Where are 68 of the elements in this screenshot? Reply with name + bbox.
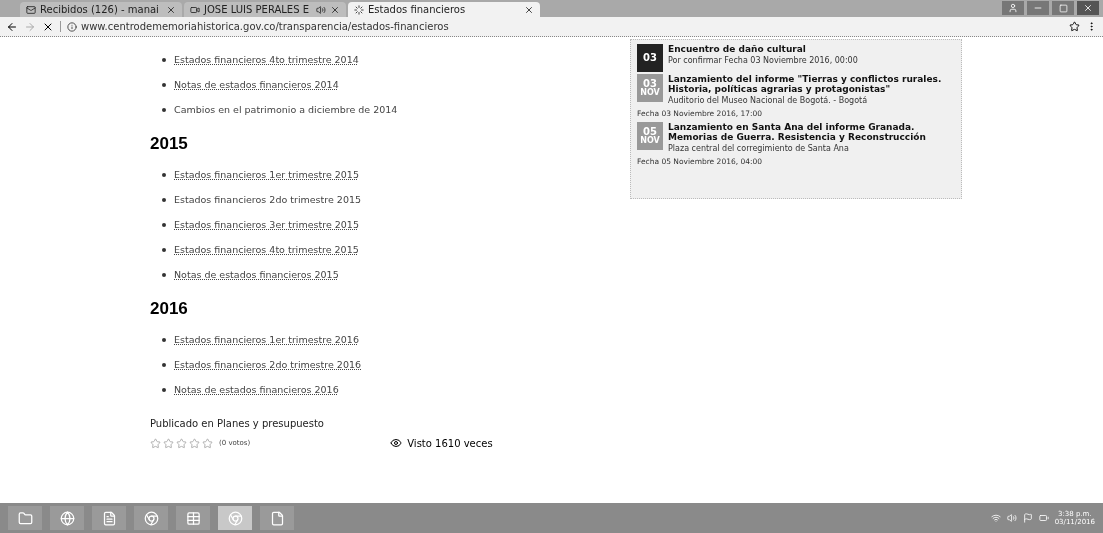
- taskbar-app-button[interactable]: [176, 506, 210, 530]
- url-field[interactable]: www.centrodememoriahistorica.gov.co/transparencia/estados-financieros: [81, 21, 449, 32]
- back-icon[interactable]: [6, 20, 18, 33]
- forward-icon[interactable]: [24, 20, 36, 33]
- document-icon: [101, 510, 117, 526]
- browser-tab[interactable]: JOSE LUIS PERALES E: [184, 2, 346, 17]
- loading-icon: [354, 4, 364, 15]
- document-link[interactable]: Notas de estados financieros 2014: [174, 79, 339, 90]
- folder-icon: [17, 510, 33, 526]
- info-icon[interactable]: [67, 21, 77, 32]
- event-title[interactable]: Encuentro de daño cultural: [668, 44, 858, 54]
- user-button[interactable]: [1002, 1, 1024, 15]
- star-icon[interactable]: [189, 437, 200, 449]
- year-heading: 2016: [150, 299, 189, 319]
- document-item: Estados financieros 2do trimestre 2015: [174, 194, 362, 205]
- mail-icon: [26, 4, 36, 15]
- minimize-button[interactable]: [1027, 1, 1049, 15]
- battery-icon[interactable]: [1038, 513, 1049, 523]
- maximize-icon: [1058, 3, 1068, 13]
- file-icon: [269, 510, 285, 526]
- document-link[interactable]: Estados financieros 1er trimestre 2016: [174, 334, 359, 345]
- star-icon[interactable]: [163, 437, 174, 449]
- chrome-icon: [143, 510, 159, 526]
- browser-tab[interactable]: Estados financieros: [348, 2, 540, 17]
- document-link[interactable]: Notas de estados financieros 2015: [174, 269, 339, 280]
- document-link[interactable]: Estados financieros 4to trimestre 2015: [174, 244, 359, 255]
- views-count: Visto 1610 veces: [407, 437, 493, 449]
- close-icon: [1083, 3, 1093, 13]
- star-icon[interactable]: [176, 437, 187, 449]
- star-icon[interactable]: [202, 437, 213, 449]
- event-title[interactable]: Lanzamiento del informe "Tierras y conflictos rurales. Historia, políticas agrarias y protagonistas": [668, 74, 955, 94]
- chrome-icon: [227, 510, 243, 526]
- close-icon[interactable]: [524, 4, 534, 15]
- date-badge: 03: [637, 44, 663, 72]
- taskbar-app-button[interactable]: [134, 506, 168, 530]
- date-badge: 03 NOV: [637, 74, 663, 102]
- spreadsheet-icon: [185, 510, 201, 526]
- network-icon[interactable]: [990, 513, 1001, 523]
- star-icon[interactable]: [150, 437, 161, 449]
- date-badge: 05 NOV: [637, 122, 663, 150]
- close-button[interactable]: [1077, 1, 1099, 15]
- views-icon: [390, 437, 403, 449]
- close-icon[interactable]: [330, 4, 340, 15]
- volume-icon[interactable]: [1006, 513, 1017, 523]
- taskbar-app-button[interactable]: [50, 506, 84, 530]
- taskbar-app-button[interactable]: [218, 506, 252, 530]
- year-heading: 2015: [150, 134, 189, 154]
- taskbar-app-button[interactable]: [260, 506, 294, 530]
- bookmark-star-icon[interactable]: [1069, 21, 1080, 32]
- document-link[interactable]: Estados financieros 2do trimestre 2016: [174, 359, 362, 370]
- event-place: Por confirmar Fecha 03 Noviembre 2016, 00:00: [668, 56, 858, 65]
- flag-icon[interactable]: [1022, 513, 1033, 523]
- event-title[interactable]: Lanzamiento en Santa Ana del informe Granada. Memorias de Guerra. Resistencia y Reconstrucción: [668, 122, 955, 142]
- close-icon[interactable]: [166, 4, 176, 15]
- browser-tab[interactable]: Recibidos (126) - manai: [20, 2, 182, 17]
- document-item: Cambios en el patrimonio a diciembre de 2014: [174, 104, 398, 115]
- document-link[interactable]: Estados financieros 4to trimestre 2014: [174, 54, 359, 65]
- document-link[interactable]: Estados financieros 1er trimestre 2015: [174, 169, 359, 180]
- user-icon: [1008, 3, 1018, 13]
- category-text: Publicado en Planes y presupuesto: [150, 418, 325, 429]
- event-place: Plaza central del corregimiento de Santa Ana: [668, 144, 850, 153]
- taskbar-app-button[interactable]: [8, 506, 42, 530]
- video-icon: [190, 4, 200, 15]
- taskbar-app-button[interactable]: [92, 506, 126, 530]
- globe-icon: [59, 510, 75, 526]
- document-link[interactable]: Notas de estados financieros 2016: [174, 384, 339, 395]
- event-place: Auditorio del Museo Nacional de Bogotá. - Bogotá: [668, 96, 869, 105]
- document-link[interactable]: Estados financieros 3er trimestre 2015: [174, 219, 359, 230]
